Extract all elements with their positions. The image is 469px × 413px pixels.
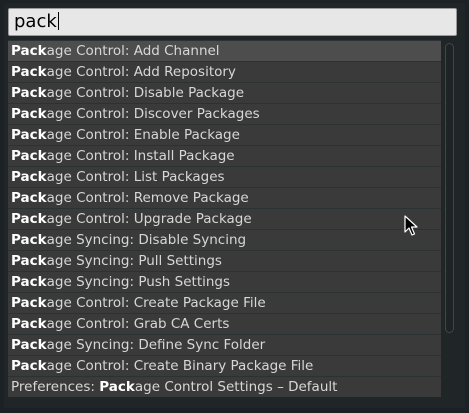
result-item[interactable]: Package Control: Create Binary Package F…	[8, 355, 441, 376]
result-item-label: age Control: Enable Package	[46, 127, 240, 143]
result-item-label: age Control: Grab CA Certs	[46, 316, 230, 332]
result-item-label: age Control Settings – Default	[134, 379, 338, 395]
command-palette: pack Package Control: Add Channel Package…	[0, 0, 469, 413]
result-item[interactable]: Package Syncing: Disable Syncing	[8, 229, 441, 250]
mouse-cursor-icon	[404, 215, 418, 236]
result-item-label: age Control: Create Binary Package File	[46, 358, 314, 374]
result-item-label: age Control: Disable Package	[46, 85, 245, 101]
result-item[interactable]: Package Control: Create Package File	[8, 292, 441, 313]
result-item-match: Pack	[11, 358, 47, 374]
result-item[interactable]: Package Control: Add Repository	[8, 61, 441, 82]
results-scrollbar[interactable]	[443, 40, 457, 400]
result-item-match: Pack	[11, 337, 47, 353]
result-item-match: Pack	[11, 43, 47, 59]
result-item-label: age Control: Add Repository	[46, 64, 236, 80]
results-list: Package Control: Add Channel Package Cont…	[8, 40, 441, 400]
result-item-match: Pack	[11, 190, 47, 206]
result-item[interactable]: Package Control: Enable Package	[8, 124, 441, 145]
result-item[interactable]: Package Syncing: Pull Settings	[8, 250, 441, 271]
result-item-label: age Syncing: Disable Syncing	[46, 232, 247, 248]
result-item-match: Pack	[11, 148, 47, 164]
result-item-match: Pack	[11, 253, 47, 269]
result-item-match: Pack	[11, 106, 47, 122]
scrollbar-thumb[interactable]	[445, 43, 454, 333]
text-caret	[57, 12, 59, 30]
result-item[interactable]: Package Control: Install Package	[8, 145, 441, 166]
result-item[interactable]: Package Syncing: Push Settings	[8, 271, 441, 292]
result-item-prefix: Preferences:	[11, 379, 100, 395]
result-item-label: age Control: Upgrade Package	[46, 211, 252, 227]
result-item-match: Pack	[11, 232, 47, 248]
search-input-text: pack	[14, 11, 57, 32]
result-item-match: Pack	[11, 316, 47, 332]
result-item[interactable]: Package Control: Upgrade Package	[8, 208, 441, 229]
result-item[interactable]: Preferences: Package Control Settings – …	[8, 376, 441, 397]
result-item-match: Pack	[11, 64, 47, 80]
result-item[interactable]: Package Control: List Packages	[8, 166, 441, 187]
result-item-match: Pack	[11, 295, 47, 311]
result-item-label: age Syncing: Pull Settings	[46, 253, 222, 269]
result-item[interactable]: Package Control: Grab CA Certs	[8, 313, 441, 334]
result-item-label: age Control: Discover Packages	[46, 106, 260, 122]
result-item-match: Pack	[11, 211, 47, 227]
result-item-match: Pack	[11, 169, 47, 185]
result-item-match: Pack	[11, 274, 47, 290]
result-item-label: age Control: Install Package	[46, 148, 235, 164]
result-item-label: age Control: Add Channel	[46, 43, 220, 59]
result-item-label: age Control: Remove Package	[46, 190, 249, 206]
search-input[interactable]: pack	[8, 8, 457, 36]
result-item[interactable]: Package Control: Discover Packages	[8, 103, 441, 124]
result-item-label: age Control: List Packages	[46, 169, 225, 185]
result-item-match: Pack	[11, 85, 47, 101]
result-item[interactable]: Package Syncing: Define Sync Folder	[8, 334, 441, 355]
result-item-label: age Control: Create Package File	[46, 295, 266, 311]
result-item-label: age Syncing: Push Settings	[46, 274, 231, 290]
result-item-label: age Syncing: Define Sync Folder	[46, 337, 266, 353]
result-item-match: Pack	[11, 127, 47, 143]
result-item-match: Pack	[99, 379, 135, 395]
result-item[interactable]: Package Control: Disable Package	[8, 82, 441, 103]
result-item[interactable]: Package Control: Add Channel	[8, 40, 441, 61]
result-item[interactable]: Package Control: Remove Package	[8, 187, 441, 208]
